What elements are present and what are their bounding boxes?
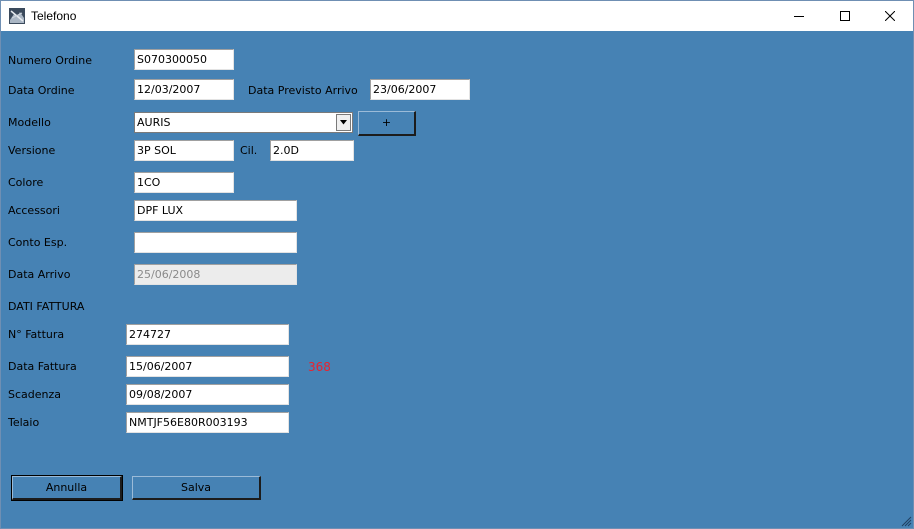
n-fattura-label: N° Fattura — [8, 328, 65, 341]
modello-selected-value: AURIS — [137, 116, 171, 129]
window-title: Telefono — [31, 9, 77, 23]
data-ordine-label: Data Ordine — [8, 84, 75, 97]
colore-label: Colore — [8, 176, 44, 189]
chevron-down-icon — [340, 120, 347, 125]
days-count-indicator: 368 — [308, 360, 331, 374]
maximize-icon — [840, 11, 850, 21]
app-icon — [9, 8, 25, 24]
data-previsto-arrivo-field[interactable]: 23/06/2007 — [370, 79, 470, 100]
cil-label: Cil. — [240, 144, 258, 157]
form-area: Numero Ordine S070300050 Data Ordine 12/… — [1, 31, 913, 528]
dati-fattura-heading: DATI FATTURA — [8, 300, 85, 313]
n-fattura-field[interactable]: 274727 — [126, 324, 289, 345]
minimize-icon — [794, 16, 804, 17]
annulla-button[interactable]: Annulla — [11, 475, 123, 501]
close-button[interactable] — [867, 1, 913, 31]
data-fattura-field[interactable]: 15/06/2007 — [126, 356, 289, 377]
numero-ordine-field[interactable]: S070300050 — [134, 49, 234, 70]
accessori-field[interactable]: DPF LUX — [134, 200, 297, 221]
versione-field[interactable]: 3P SOL — [134, 140, 234, 161]
colore-field[interactable]: 1CO — [134, 172, 234, 193]
scadenza-label: Scadenza — [8, 388, 62, 401]
resize-grip-icon[interactable] — [900, 515, 912, 527]
close-icon — [885, 11, 895, 21]
app-window: Telefono Numero Ordine S070300050 Data O… — [0, 0, 914, 529]
data-arrivo-field: 25/06/2008 — [134, 264, 297, 285]
conto-esp-field[interactable] — [134, 232, 297, 253]
telaio-label: Telaio — [8, 416, 40, 429]
data-ordine-field[interactable]: 12/03/2007 — [134, 79, 234, 100]
data-previsto-arrivo-label: Data Previsto Arrivo — [248, 84, 358, 97]
add-modello-button[interactable]: + — [358, 111, 416, 136]
data-arrivo-label: Data Arrivo — [8, 268, 71, 281]
modello-label: Modello — [8, 116, 51, 129]
maximize-button[interactable] — [822, 1, 868, 31]
versione-label: Versione — [8, 144, 56, 157]
data-fattura-label: Data Fattura — [8, 360, 77, 373]
salva-button[interactable]: Salva — [132, 476, 261, 500]
numero-ordine-label: Numero Ordine — [8, 54, 92, 67]
telaio-field[interactable]: NMTJF56E80R003193 — [126, 412, 289, 433]
minimize-button[interactable] — [776, 1, 822, 31]
cil-field[interactable]: 2.0D — [270, 140, 354, 161]
title-bar[interactable]: Telefono — [1, 1, 913, 31]
scadenza-field[interactable]: 09/08/2007 — [126, 384, 289, 405]
conto-esp-label: Conto Esp. — [8, 236, 68, 249]
accessori-label: Accessori — [8, 204, 60, 217]
modello-dropdown-button[interactable] — [336, 114, 351, 131]
modello-select[interactable]: AURIS — [134, 112, 353, 133]
